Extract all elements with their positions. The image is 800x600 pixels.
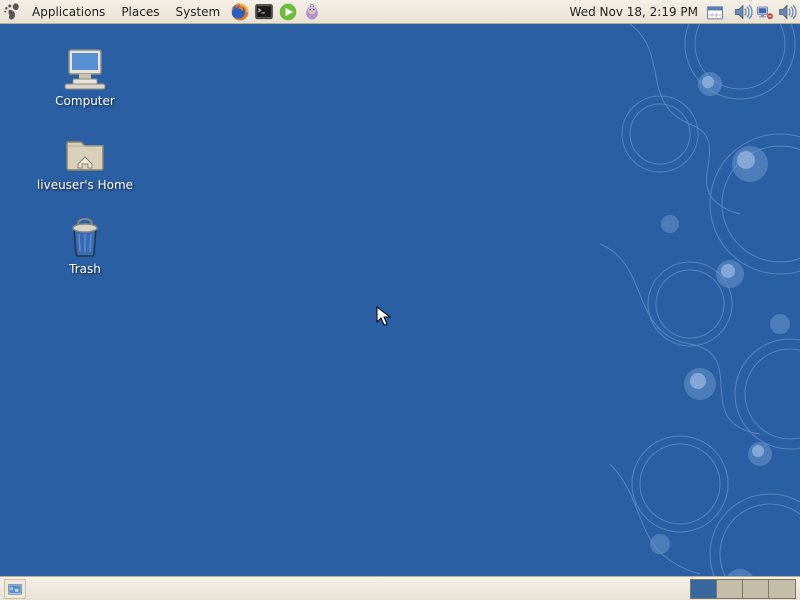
terminal-launcher-icon[interactable] — [253, 1, 275, 23]
pidgin-launcher-icon[interactable] — [301, 1, 323, 23]
calendar-applet-icon[interactable] — [704, 2, 726, 22]
desktop-icon-label: Computer — [30, 94, 140, 108]
mouse-cursor-icon — [376, 306, 392, 328]
workspace-1[interactable] — [691, 580, 717, 598]
desktop-icon-label: liveuser's Home — [30, 178, 140, 192]
menu-applications[interactable]: Applications — [24, 3, 113, 21]
network-manager-icon[interactable] — [754, 2, 776, 22]
volume-icon-2[interactable] — [776, 2, 798, 22]
clock[interactable]: Wed Nov 18, 2:19 PM — [564, 5, 704, 19]
gnome-foot-icon[interactable] — [2, 2, 22, 22]
media-player-launcher-icon[interactable] — [277, 1, 299, 23]
workspace-switcher — [690, 579, 796, 599]
wallpaper-decoration — [480, 24, 800, 576]
workspace-4[interactable] — [769, 580, 795, 598]
volume-icon[interactable] — [732, 2, 754, 22]
firefox-launcher-icon[interactable] — [229, 1, 251, 23]
workspace-2[interactable] — [717, 580, 743, 598]
desktop-icon-label: Trash — [30, 262, 140, 276]
menu-system[interactable]: System — [167, 3, 228, 21]
desktop[interactable]: Computer liveuser's Home Trash — [0, 24, 800, 576]
computer-icon — [61, 44, 109, 92]
desktop-icon-computer[interactable]: Computer — [30, 44, 140, 108]
home-folder-icon — [61, 128, 109, 176]
bottom-panel — [0, 576, 800, 600]
workspace-3[interactable] — [743, 580, 769, 598]
top-panel: Applications Places System Wed Nov 18, 2… — [0, 0, 800, 24]
menu-places[interactable]: Places — [113, 3, 167, 21]
desktop-icon-home[interactable]: liveuser's Home — [30, 128, 140, 192]
trash-icon — [61, 212, 109, 260]
desktop-icon-trash[interactable]: Trash — [30, 212, 140, 276]
show-desktop-button[interactable] — [4, 579, 26, 599]
